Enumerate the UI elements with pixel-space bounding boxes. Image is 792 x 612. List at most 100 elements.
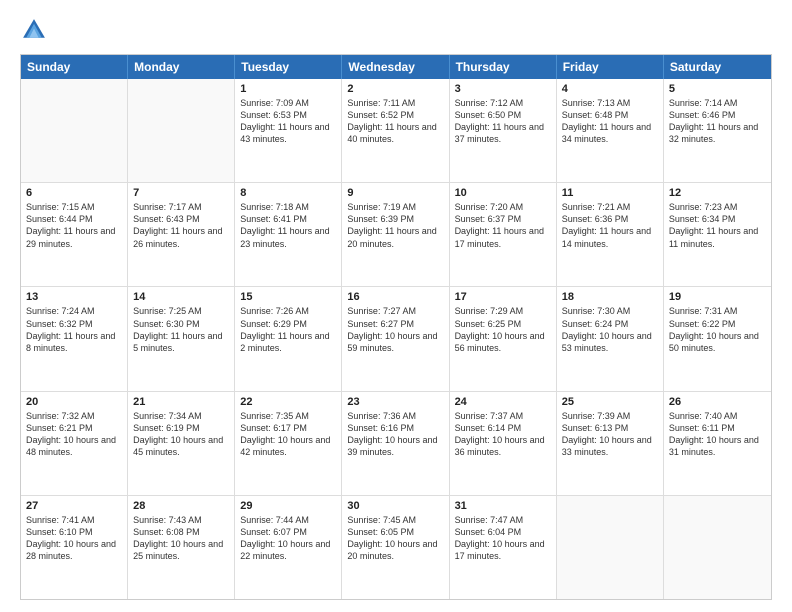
day-cell-4: 4 Sunrise: 7:13 AM Sunset: 6:48 PM Daylig… — [557, 79, 664, 182]
day-number: 3 — [455, 83, 551, 95]
day-number: 9 — [347, 187, 443, 199]
day-number: 18 — [562, 291, 658, 303]
day-cell-1: 1 Sunrise: 7:09 AM Sunset: 6:53 PM Daylig… — [235, 79, 342, 182]
day-cell-7: 7 Sunrise: 7:17 AM Sunset: 6:43 PM Daylig… — [128, 183, 235, 286]
logo — [20, 16, 52, 44]
day-cell-17: 17 Sunrise: 7:29 AM Sunset: 6:25 PM Dayli… — [450, 287, 557, 390]
day-number: 21 — [133, 396, 229, 408]
header-cell-sunday: Sunday — [21, 55, 128, 79]
day-number: 31 — [455, 500, 551, 512]
cell-info: Sunrise: 7:39 AM Sunset: 6:13 PM Dayligh… — [562, 410, 658, 459]
calendar-row-1: 6 Sunrise: 7:15 AM Sunset: 6:44 PM Daylig… — [21, 182, 771, 286]
page: SundayMondayTuesdayWednesdayThursdayFrid… — [0, 0, 792, 612]
day-number: 28 — [133, 500, 229, 512]
cell-info: Sunrise: 7:09 AM Sunset: 6:53 PM Dayligh… — [240, 97, 336, 146]
cell-info: Sunrise: 7:40 AM Sunset: 6:11 PM Dayligh… — [669, 410, 766, 459]
day-cell-29: 29 Sunrise: 7:44 AM Sunset: 6:07 PM Dayli… — [235, 496, 342, 599]
cell-info: Sunrise: 7:26 AM Sunset: 6:29 PM Dayligh… — [240, 305, 336, 354]
day-cell-25: 25Sunrise: 7:39 AM Sunset: 6:13 PM Dayli… — [557, 392, 664, 495]
day-cell-2: 2 Sunrise: 7:11 AM Sunset: 6:52 PM Daylig… — [342, 79, 449, 182]
day-cell-28: 28 Sunrise: 7:43 AM Sunset: 6:08 PM Dayli… — [128, 496, 235, 599]
cell-info: Sunrise: 7:35 AM Sunset: 6:17 PM Dayligh… — [240, 410, 336, 459]
cell-info: Sunrise: 7:18 AM Sunset: 6:41 PM Dayligh… — [240, 201, 336, 250]
day-number: 17 — [455, 291, 551, 303]
header-cell-tuesday: Tuesday — [235, 55, 342, 79]
calendar: SundayMondayTuesdayWednesdayThursdayFrid… — [20, 54, 772, 600]
day-number: 26 — [669, 396, 766, 408]
cell-info: Sunrise: 7:44 AM Sunset: 6:07 PM Dayligh… — [240, 514, 336, 563]
cell-info: Sunrise: 7:25 AM Sunset: 6:30 PM Dayligh… — [133, 305, 229, 354]
day-number: 22 — [240, 396, 336, 408]
day-cell-27: 27 Sunrise: 7:41 AM Sunset: 6:10 PM Dayli… — [21, 496, 128, 599]
day-number: 1 — [240, 83, 336, 95]
header-cell-monday: Monday — [128, 55, 235, 79]
cell-info: Sunrise: 7:21 AM Sunset: 6:36 PM Dayligh… — [562, 201, 658, 250]
day-number: 11 — [562, 187, 658, 199]
day-cell-12: 12 Sunrise: 7:23 AM Sunset: 6:34 PM Dayli… — [664, 183, 771, 286]
header-cell-friday: Friday — [557, 55, 664, 79]
cell-info: Sunrise: 7:17 AM Sunset: 6:43 PM Dayligh… — [133, 201, 229, 250]
day-cell-5: 5 Sunrise: 7:14 AM Sunset: 6:46 PM Daylig… — [664, 79, 771, 182]
day-cell-15: 15 Sunrise: 7:26 AM Sunset: 6:29 PM Dayli… — [235, 287, 342, 390]
day-cell-14: 14 Sunrise: 7:25 AM Sunset: 6:30 PM Dayli… — [128, 287, 235, 390]
cell-info: Sunrise: 7:15 AM Sunset: 6:44 PM Dayligh… — [26, 201, 122, 250]
day-number: 15 — [240, 291, 336, 303]
header-cell-saturday: Saturday — [664, 55, 771, 79]
day-number: 27 — [26, 500, 122, 512]
day-number: 16 — [347, 291, 443, 303]
empty-cell-4-5 — [557, 496, 664, 599]
cell-info: Sunrise: 7:12 AM Sunset: 6:50 PM Dayligh… — [455, 97, 551, 146]
day-cell-24: 24 Sunrise: 7:37 AM Sunset: 6:14 PM Dayli… — [450, 392, 557, 495]
calendar-body: 1 Sunrise: 7:09 AM Sunset: 6:53 PM Daylig… — [21, 79, 771, 599]
cell-info: Sunrise: 7:23 AM Sunset: 6:34 PM Dayligh… — [669, 201, 766, 250]
calendar-row-0: 1 Sunrise: 7:09 AM Sunset: 6:53 PM Daylig… — [21, 79, 771, 182]
cell-info: Sunrise: 7:24 AM Sunset: 6:32 PM Dayligh… — [26, 305, 122, 354]
cell-info: Sunrise: 7:43 AM Sunset: 6:08 PM Dayligh… — [133, 514, 229, 563]
day-cell-30: 30 Sunrise: 7:45 AM Sunset: 6:05 PM Dayli… — [342, 496, 449, 599]
day-number: 14 — [133, 291, 229, 303]
cell-info: Sunrise: 7:30 AM Sunset: 6:24 PM Dayligh… — [562, 305, 658, 354]
cell-info: Sunrise: 7:14 AM Sunset: 6:46 PM Dayligh… — [669, 97, 766, 146]
cell-info: Sunrise: 7:11 AM Sunset: 6:52 PM Dayligh… — [347, 97, 443, 146]
logo-icon — [20, 16, 48, 44]
cell-info: Sunrise: 7:37 AM Sunset: 6:14 PM Dayligh… — [455, 410, 551, 459]
day-cell-10: 10Sunrise: 7:20 AM Sunset: 6:37 PM Dayli… — [450, 183, 557, 286]
cell-info: Sunrise: 7:41 AM Sunset: 6:10 PM Dayligh… — [26, 514, 122, 563]
day-number: 24 — [455, 396, 551, 408]
day-number: 6 — [26, 187, 122, 199]
day-number: 20 — [26, 396, 122, 408]
day-cell-20: 20 Sunrise: 7:32 AM Sunset: 6:21 PM Dayli… — [21, 392, 128, 495]
cell-info: Sunrise: 7:34 AM Sunset: 6:19 PM Dayligh… — [133, 410, 229, 459]
day-number: 30 — [347, 500, 443, 512]
day-number: 7 — [133, 187, 229, 199]
day-number: 29 — [240, 500, 336, 512]
calendar-row-3: 20 Sunrise: 7:32 AM Sunset: 6:21 PM Dayli… — [21, 391, 771, 495]
day-number: 13 — [26, 291, 122, 303]
day-number: 10 — [455, 187, 551, 199]
day-cell-11: 11 Sunrise: 7:21 AM Sunset: 6:36 PM Dayli… — [557, 183, 664, 286]
empty-cell-4-6 — [664, 496, 771, 599]
cell-info: Sunrise: 7:36 AM Sunset: 6:16 PM Dayligh… — [347, 410, 443, 459]
day-cell-16: 16Sunrise: 7:27 AM Sunset: 6:27 PM Dayli… — [342, 287, 449, 390]
day-cell-21: 21 Sunrise: 7:34 AM Sunset: 6:19 PM Dayli… — [128, 392, 235, 495]
cell-info: Sunrise: 7:29 AM Sunset: 6:25 PM Dayligh… — [455, 305, 551, 354]
empty-cell-0-1 — [128, 79, 235, 182]
cell-info: Sunrise: 7:32 AM Sunset: 6:21 PM Dayligh… — [26, 410, 122, 459]
day-number: 23 — [347, 396, 443, 408]
day-cell-6: 6 Sunrise: 7:15 AM Sunset: 6:44 PM Daylig… — [21, 183, 128, 286]
cell-info: Sunrise: 7:31 AM Sunset: 6:22 PM Dayligh… — [669, 305, 766, 354]
day-number: 4 — [562, 83, 658, 95]
day-number: 8 — [240, 187, 336, 199]
cell-info: Sunrise: 7:45 AM Sunset: 6:05 PM Dayligh… — [347, 514, 443, 563]
day-cell-18: 18 Sunrise: 7:30 AM Sunset: 6:24 PM Dayli… — [557, 287, 664, 390]
day-number: 5 — [669, 83, 766, 95]
day-cell-22: 22 Sunrise: 7:35 AM Sunset: 6:17 PM Dayli… — [235, 392, 342, 495]
day-cell-23: 23 Sunrise: 7:36 AM Sunset: 6:16 PM Dayli… — [342, 392, 449, 495]
cell-info: Sunrise: 7:13 AM Sunset: 6:48 PM Dayligh… — [562, 97, 658, 146]
empty-cell-0-0 — [21, 79, 128, 182]
day-cell-26: 26 Sunrise: 7:40 AM Sunset: 6:11 PM Dayli… — [664, 392, 771, 495]
calendar-row-2: 13 Sunrise: 7:24 AM Sunset: 6:32 PM Dayli… — [21, 286, 771, 390]
day-number: 2 — [347, 83, 443, 95]
day-number: 12 — [669, 187, 766, 199]
day-cell-8: 8 Sunrise: 7:18 AM Sunset: 6:41 PM Daylig… — [235, 183, 342, 286]
